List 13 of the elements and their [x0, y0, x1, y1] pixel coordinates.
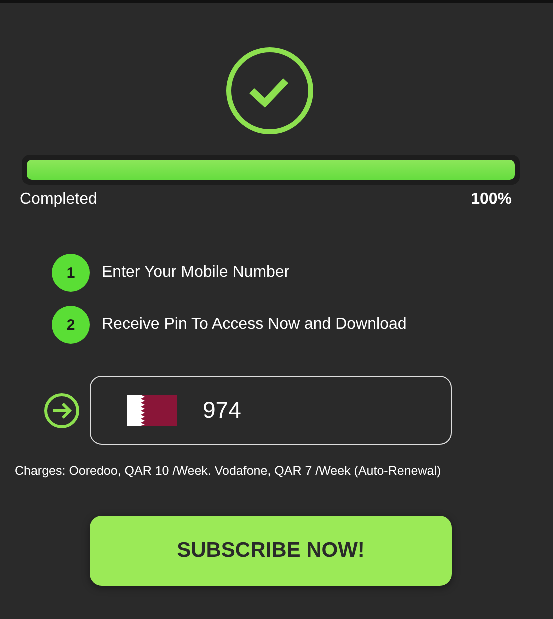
phone-number: 974 — [203, 397, 242, 424]
subscribe-button[interactable]: SUBSCRIBE NOW! — [90, 516, 452, 586]
progress-label: Completed — [20, 191, 98, 209]
phone-field[interactable]: 974 — [90, 376, 452, 445]
step-text: Receive Pin To Access Now and Download — [102, 316, 407, 334]
step-number: 1 — [52, 254, 90, 292]
check-circle-icon — [225, 46, 315, 136]
step-number: 2 — [52, 306, 90, 344]
step-text: Enter Your Mobile Number — [102, 264, 290, 282]
flag-icon — [127, 395, 177, 426]
arrow-right-icon — [44, 392, 80, 428]
charges-text: Charges: Ooredoo, QAR 10 /Week. Vodafone, QAR 7 /Week (Auto-Renewal) — [15, 464, 442, 478]
progress-percent: 100% — [471, 191, 512, 209]
